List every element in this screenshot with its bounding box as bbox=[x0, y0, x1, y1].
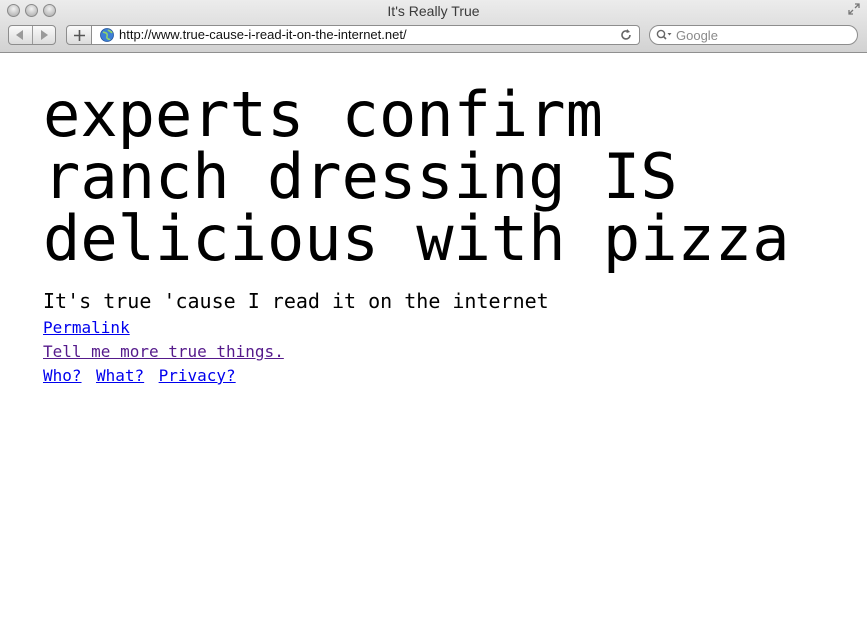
more-true-things-link[interactable]: Tell me more true things. bbox=[43, 342, 284, 361]
page-content: experts confirm ranch dressing IS delici… bbox=[0, 53, 867, 620]
url-text[interactable]: http://www.true-cause-i-read-it-on-the-i… bbox=[119, 27, 407, 42]
subtitle: It's true 'cause I read it on the intern… bbox=[43, 289, 549, 313]
browser-chrome: It's Really True http://www.true-cause-i… bbox=[0, 0, 867, 53]
plus-icon bbox=[73, 29, 85, 41]
who-link[interactable]: Who? bbox=[43, 366, 82, 385]
nav-buttons bbox=[8, 25, 56, 45]
privacy-link[interactable]: Privacy? bbox=[159, 366, 236, 385]
forward-arrow-icon bbox=[40, 30, 48, 40]
add-bookmark-button[interactable] bbox=[66, 25, 92, 45]
back-arrow-icon bbox=[16, 30, 24, 40]
toolbar: http://www.true-cause-i-read-it-on-the-i… bbox=[0, 24, 867, 48]
reload-icon[interactable] bbox=[619, 27, 633, 43]
address-bar[interactable]: http://www.true-cause-i-read-it-on-the-i… bbox=[92, 25, 640, 45]
headline-line-1: experts confirm bbox=[43, 78, 603, 151]
footer-links: Who? What? Privacy? bbox=[43, 366, 236, 386]
back-button[interactable] bbox=[9, 26, 32, 44]
window-title: It's Really True bbox=[387, 3, 480, 19]
permalink-link[interactable]: Permalink bbox=[43, 318, 130, 337]
headline-line-3: delicious with pizza bbox=[43, 202, 790, 275]
globe-icon bbox=[100, 28, 114, 42]
browser-window: It's Really True http://www.true-cause-i… bbox=[0, 0, 867, 620]
forward-button[interactable] bbox=[31, 26, 56, 44]
headline: experts confirm ranch dressing IS delici… bbox=[43, 84, 853, 270]
headline-line-2: ranch dressing IS bbox=[43, 140, 678, 213]
search-field[interactable] bbox=[649, 25, 858, 45]
search-input[interactable] bbox=[676, 27, 851, 43]
fullscreen-icon[interactable] bbox=[847, 3, 861, 17]
search-icon bbox=[656, 29, 672, 40]
what-link[interactable]: What? bbox=[96, 366, 144, 385]
